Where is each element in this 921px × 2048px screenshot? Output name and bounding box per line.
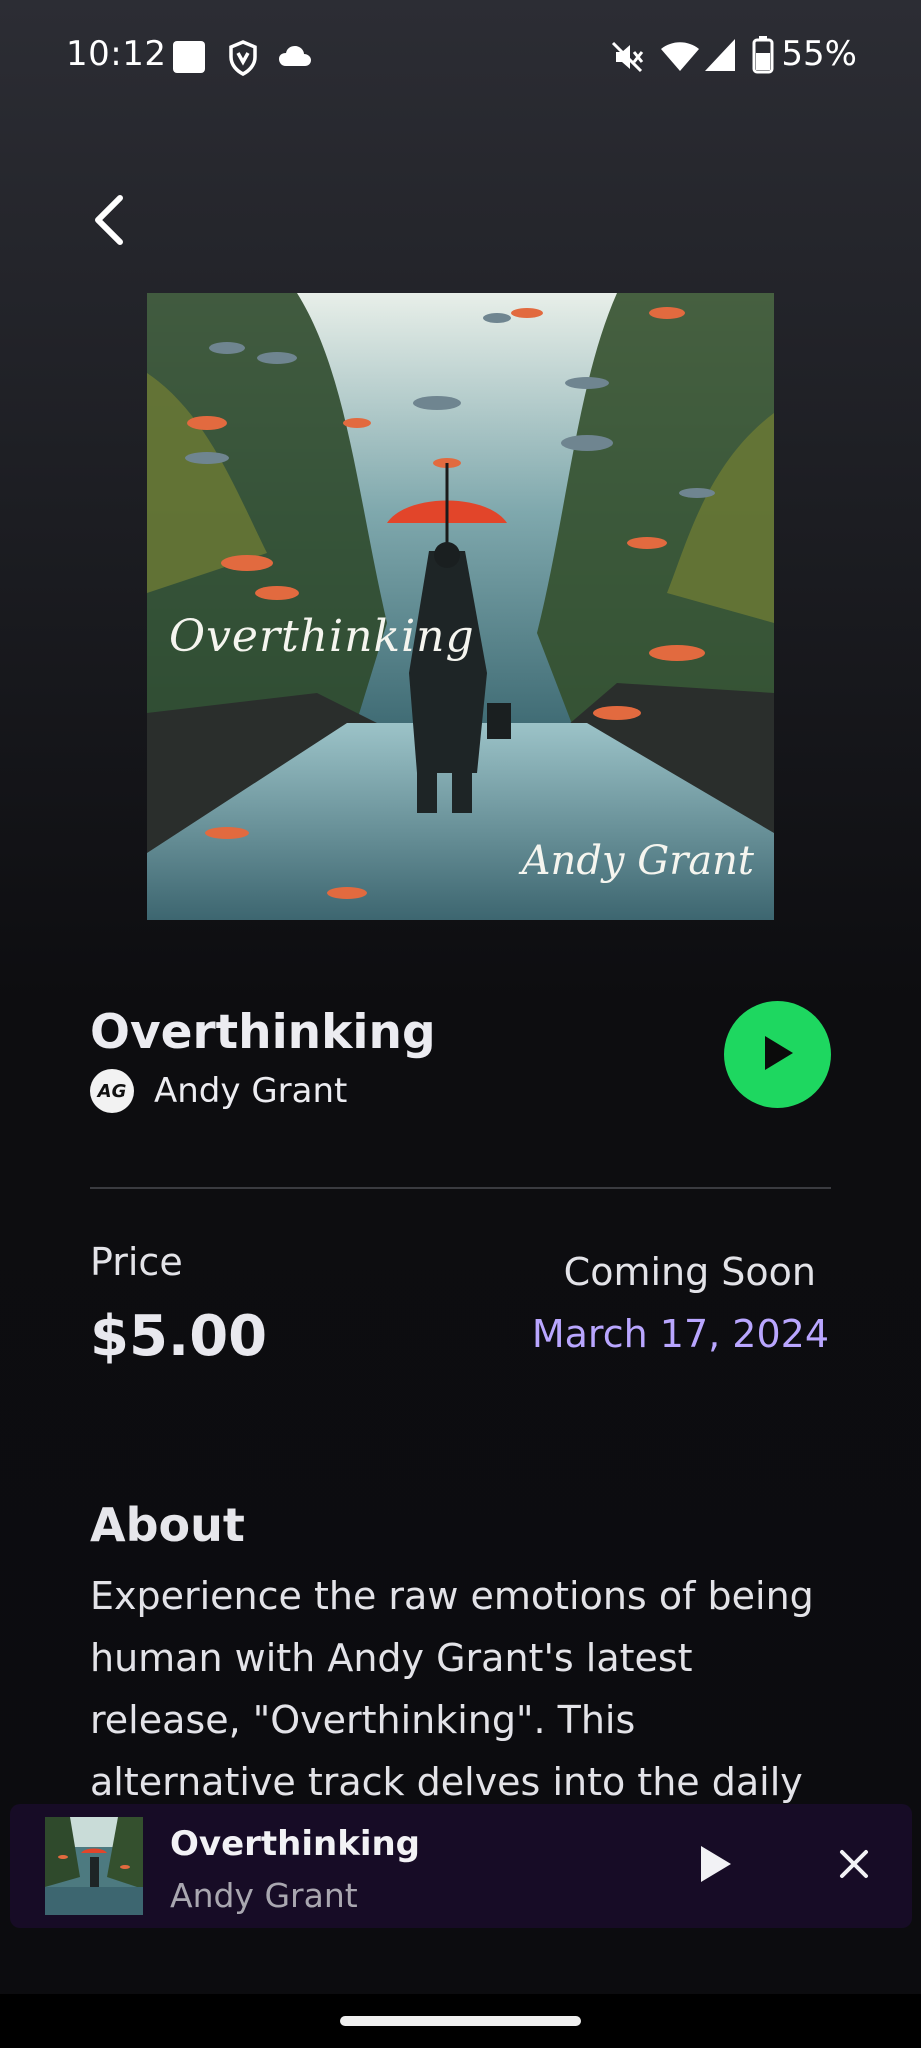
price-label: Price — [90, 1240, 183, 1284]
album-art-image — [147, 293, 774, 920]
battery-percent: 55% — [781, 34, 857, 74]
play-icon — [761, 1034, 795, 1076]
release-date: March 17, 2024 — [531, 1312, 829, 1356]
wifi-icon — [660, 40, 700, 76]
play-button[interactable] — [724, 1001, 831, 1108]
signal-icon — [704, 38, 736, 76]
mini-player-title: Overthinking — [170, 1824, 421, 1864]
close-icon — [839, 1849, 869, 1883]
home-indicator[interactable] — [340, 2016, 581, 2026]
chevron-left-icon — [92, 194, 126, 250]
mini-player-artwork — [45, 1817, 143, 1915]
about-heading: About — [90, 1498, 245, 1552]
price-value: $5.00 — [90, 1304, 268, 1369]
battery-icon — [752, 36, 774, 78]
album-art-artist-text: Andy Grant — [521, 838, 754, 884]
divider — [90, 1187, 831, 1189]
album-art-title-text: Overthinking — [169, 611, 475, 662]
shield-icon — [228, 40, 258, 80]
mini-player-play-button[interactable] — [690, 1840, 742, 1892]
release-status: Coming Soon — [563, 1250, 816, 1294]
artist-name: Andy Grant — [154, 1071, 348, 1111]
cloud-icon — [278, 44, 312, 72]
mini-player-artist: Andy Grant — [170, 1876, 358, 1915]
status-bar: 10:12 55% — [0, 0, 921, 112]
track-title: Overthinking — [90, 1005, 436, 1060]
status-time: 10:12 — [66, 34, 167, 74]
artist-avatar: AG — [90, 1069, 134, 1113]
about-text: Experience the raw emotions of being hum… — [90, 1574, 814, 1804]
back-button[interactable] — [82, 190, 136, 254]
play-icon — [699, 1844, 733, 1888]
notification-square-icon — [172, 40, 206, 78]
mini-player-close-button[interactable] — [830, 1842, 878, 1890]
mini-player[interactable]: Overthinking Andy Grant — [10, 1804, 912, 1928]
album-art: Overthinking Andy Grant — [147, 293, 774, 920]
mute-icon — [610, 40, 644, 78]
artist-link[interactable]: AG Andy Grant — [90, 1066, 347, 1116]
